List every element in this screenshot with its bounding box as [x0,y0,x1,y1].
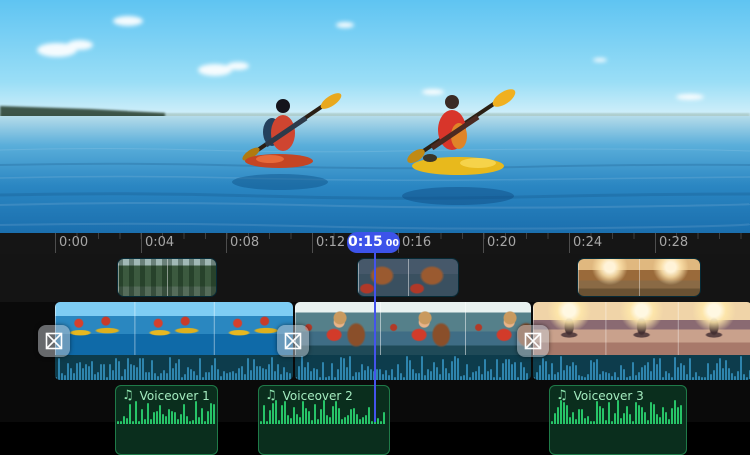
timeline[interactable]: 0:00 0:04 0:08 0:12 0:16 0:20 0:24 0:28 [0,232,750,455]
music-note-icon: ♫ [265,388,277,403]
video-clip-kayaking[interactable] [55,302,293,380]
ruler-label: 0:04 [145,235,175,250]
woman-dog-thumbnails [295,302,531,355]
sunset-thumbnails [533,302,750,355]
voiceover-label: Voiceover 1 [139,388,210,403]
ruler-label: 0:12 [316,235,346,250]
forest-thumbnails [118,259,216,296]
transition-icon[interactable] [277,325,309,357]
voiceover-label: Voiceover 2 [282,388,353,403]
ruler-label: 0:24 [573,235,603,250]
video-clip-sunset[interactable] [533,302,750,380]
voiceover-label: Voiceover 3 [573,388,644,403]
ruler-tick [141,233,142,253]
video-clip-woman-dog[interactable] [295,302,531,380]
audio-waveform [295,355,531,380]
ruler-tick [655,233,656,253]
ruler-label: 0:00 [59,235,89,250]
overlay-clip-dogs[interactable] [358,259,458,296]
kayak-thumbnails [55,302,293,355]
water [0,116,750,233]
crossfade-icon [524,332,542,350]
playhead-frames: 00 [385,238,400,249]
ruler-label: 0:16 [402,235,432,250]
preview-frame [0,0,750,233]
playhead-line[interactable] [374,252,376,422]
video-editor: { "preview": { "label": "video-preview" … [0,0,750,455]
transition-icon[interactable] [38,325,70,357]
ruler-tick [483,233,484,253]
ruler-tick [226,233,227,253]
ruler-tick [569,233,570,253]
audio-waveform [533,355,750,380]
overlay-clip-autumn[interactable] [578,259,700,296]
dog-thumbnails [358,259,458,296]
ruler-label: 0:20 [487,235,517,250]
autumn-thumbnails [578,259,700,296]
sky [0,0,750,117]
crossfade-icon [45,332,63,350]
voiceover-clip-1[interactable]: ♫ Voiceover 1 [115,385,218,455]
music-note-icon: ♫ [122,388,134,403]
audio-waveform [55,355,293,380]
music-note-icon: ♫ [556,388,568,403]
ruler-label: 0:28 [659,235,689,250]
voiceover-clip-2[interactable]: ♫ Voiceover 2 [258,385,390,455]
ruler-tick [55,233,56,253]
ruler-tick [312,233,313,253]
playhead-time-badge[interactable]: 0:15 00 [347,232,400,253]
playhead-time: 0:15 [347,234,383,250]
crossfade-icon [284,332,302,350]
video-preview [0,0,750,233]
voiceover-clip-3[interactable]: ♫ Voiceover 3 [549,385,687,455]
transition-icon[interactable] [517,325,549,357]
overlay-clip-forest[interactable] [118,259,216,296]
ruler-label: 0:08 [230,235,260,250]
